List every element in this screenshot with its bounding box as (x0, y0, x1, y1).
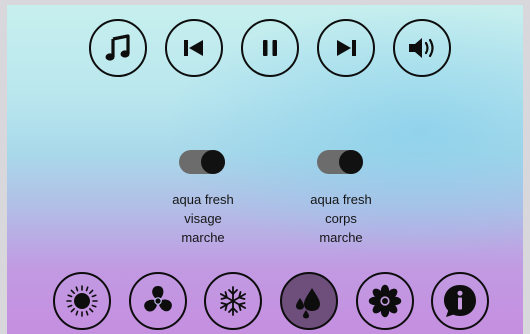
pause-button[interactable] (241, 19, 299, 77)
fan-mode-button[interactable] (129, 272, 187, 330)
previous-track-button[interactable] (165, 19, 223, 77)
volume-button[interactable] (393, 19, 451, 77)
water-drops-mode-button[interactable] (280, 272, 338, 330)
pause-icon (259, 37, 281, 59)
label-line: marche (319, 230, 363, 245)
label-line: marche (181, 230, 225, 245)
control-panel: aqua fresh visage marche aqua fresh corp… (7, 5, 523, 334)
label-line: aqua fresh (310, 192, 372, 207)
skip-previous-icon (181, 36, 207, 60)
aqua-fresh-corps-label: aqua fresh corps marche (286, 190, 396, 247)
flower-icon (367, 283, 403, 319)
label-line: visage (184, 211, 222, 226)
aqua-fresh-visage-label: aqua fresh visage marche (148, 190, 258, 247)
sun-icon (64, 283, 100, 319)
skip-next-icon (333, 36, 359, 60)
next-track-button[interactable] (317, 19, 375, 77)
music-note-icon (103, 33, 133, 63)
volume-icon (406, 34, 438, 62)
snowflake-mode-button[interactable] (204, 272, 262, 330)
label-line: corps (325, 211, 357, 226)
toggle-knob (339, 150, 363, 174)
aqua-fresh-corps-toggle[interactable] (317, 150, 363, 174)
sun-mode-button[interactable] (53, 272, 111, 330)
snowflake-icon (216, 284, 250, 318)
aqua-fresh-visage-toggle[interactable] (179, 150, 225, 174)
label-line: aqua fresh (172, 192, 234, 207)
info-button[interactable] (431, 272, 489, 330)
info-icon (441, 282, 479, 320)
flower-mode-button[interactable] (356, 272, 414, 330)
music-button[interactable] (89, 19, 147, 77)
toggle-knob (201, 150, 225, 174)
fan-icon (141, 284, 175, 318)
water-drops-icon (291, 283, 327, 319)
